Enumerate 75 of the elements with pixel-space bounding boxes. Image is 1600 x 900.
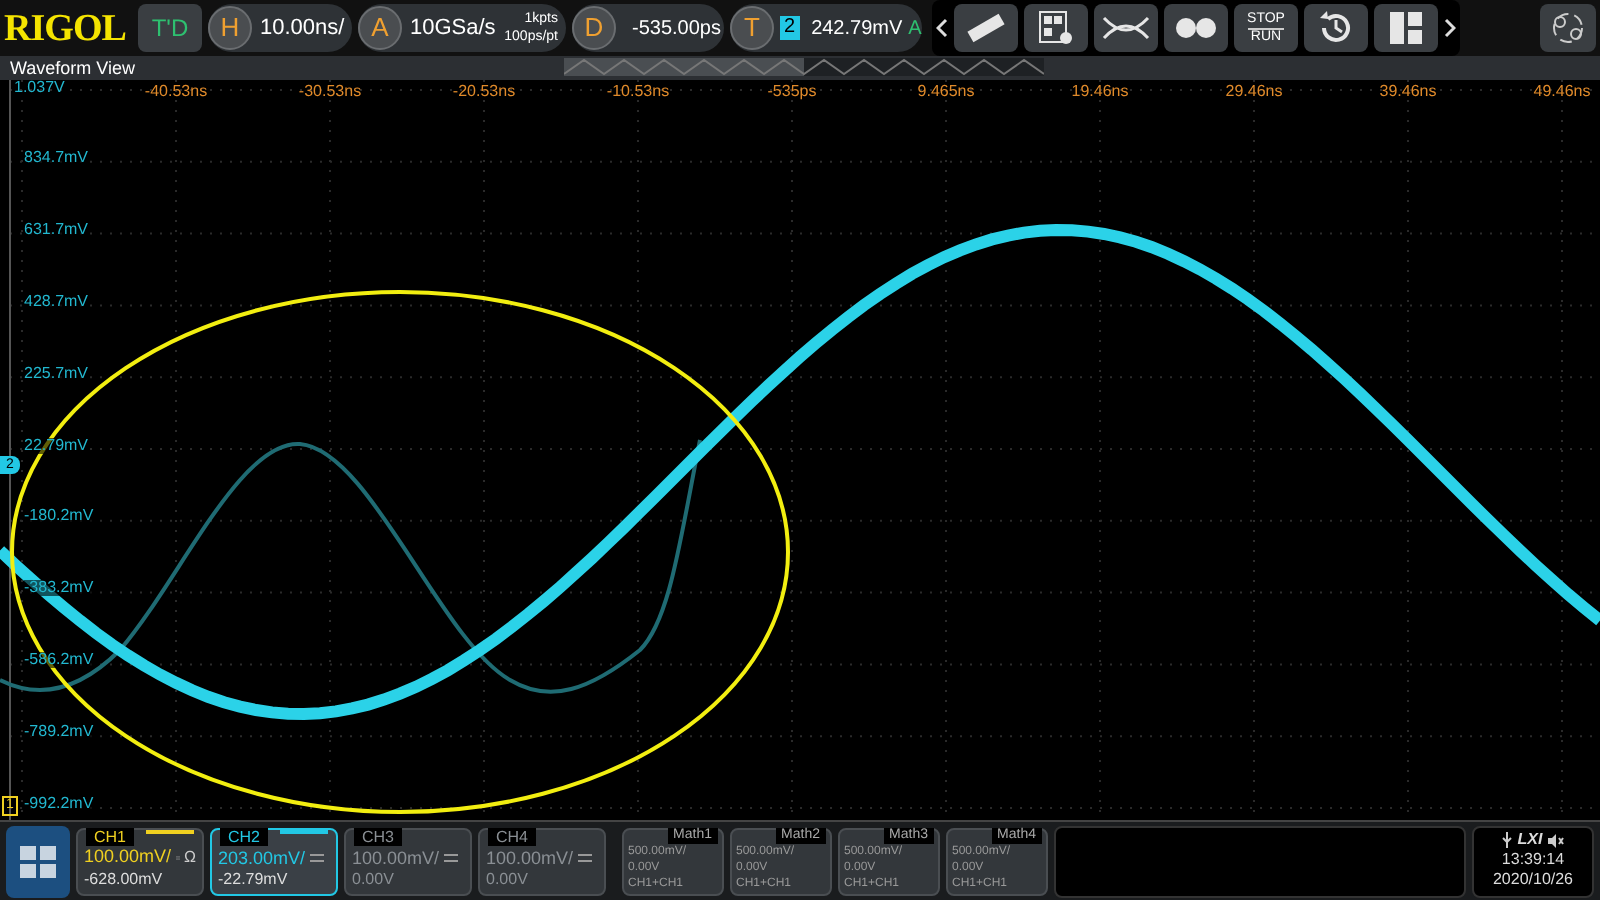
- channel-offset: 0.00V: [352, 869, 396, 889]
- x-axis-label: 9.465ns: [917, 84, 975, 100]
- toolbar-button[interactable]: [954, 4, 1018, 52]
- toolbar-button[interactable]: [1164, 4, 1228, 52]
- channel-scale: 100.00mV/: [352, 847, 440, 869]
- channel-card[interactable]: CH3 100.00mV/ 0.00V: [344, 827, 472, 895]
- clock-date: 2020/10/26: [1492, 870, 1574, 890]
- x-axis-label: -20.53ns: [452, 84, 516, 100]
- run-state[interactable]: T'D: [138, 4, 202, 52]
- x-axis-label: -40.53ns: [144, 84, 208, 100]
- toolbar-button[interactable]: [1024, 4, 1088, 52]
- trigger-panel[interactable]: T 2 242.79mV A: [730, 4, 922, 52]
- toolbar-button[interactable]: [1094, 4, 1158, 52]
- toolbar-button[interactable]: [1304, 4, 1368, 52]
- horizontal-panel[interactable]: H 10.00ns/: [208, 4, 352, 52]
- channel-name: CH1: [86, 827, 135, 845]
- waveform-view-title: Waveform View: [10, 59, 136, 77]
- dc-coupling-icon: [577, 854, 592, 862]
- y-axis-label: -586.2mV: [24, 652, 94, 669]
- delay-value: -535.00ps: [632, 15, 721, 43]
- history-icon: [1318, 10, 1354, 46]
- channel-name: CH2: [220, 827, 269, 845]
- x-axis-label: -10.53ns: [606, 84, 670, 100]
- swap-icon: [1550, 10, 1586, 46]
- channel-offset: 0.00V: [486, 869, 530, 889]
- time-scale: 10.00ns/: [260, 13, 345, 44]
- toolbar-button[interactable]: [1374, 4, 1438, 52]
- cursor-cross-icon: [1102, 14, 1150, 42]
- channel-name: CH3: [354, 827, 403, 845]
- channel-card[interactable]: CH4 100.00mV/ 0.00V: [478, 827, 606, 895]
- channel-name: CH4: [488, 827, 537, 845]
- y-axis-label: 834.7mV: [24, 149, 89, 166]
- y-axis-label: -383.2mV: [24, 580, 94, 597]
- channel-card[interactable]: CH1 100.00mV/ Ω -628.00mV: [76, 827, 204, 895]
- y-axis-label: -180.2mV: [24, 508, 94, 525]
- grid-panel-icon: [1038, 10, 1074, 46]
- chevron-left-icon[interactable]: [936, 18, 948, 38]
- x-axis-label: 49.46ns: [1533, 84, 1591, 100]
- trigger-mode: A: [908, 15, 922, 43]
- delay-panel[interactable]: D -535.00ps: [572, 4, 724, 52]
- channel-scale: 100.00mV/: [486, 847, 574, 869]
- dc-coupling-icon: [309, 854, 324, 862]
- sample-rate: 10GSa/s: [410, 13, 496, 44]
- y-axis-label: -992.2mV: [24, 796, 94, 812]
- y-axis-label: -789.2mV: [24, 724, 94, 741]
- dots-icon: [1172, 14, 1220, 42]
- grid-menu-icon: [18, 843, 58, 879]
- x-axis-label: 29.46ns: [1225, 84, 1283, 100]
- channel-scale: 100.00mV/: [84, 846, 172, 868]
- y-axis-label: 225.7mV: [24, 365, 89, 382]
- impedance: Ω: [184, 845, 196, 869]
- x-axis-label: -535ps: [767, 84, 817, 100]
- y-axis-label: 22.79mV: [24, 437, 89, 453]
- dc-coupling-icon: [443, 854, 458, 862]
- channel-offset: -628.00mV: [84, 869, 165, 889]
- chevron-right-icon[interactable]: [1444, 18, 1456, 38]
- lxi-label: LXI: [1517, 832, 1543, 848]
- usb-icon: [1501, 832, 1512, 848]
- speaker-icon: [1548, 833, 1565, 847]
- swap-button[interactable]: [1540, 4, 1596, 52]
- channel-scale: 203.00mV/: [218, 847, 306, 869]
- clock-time: 13:39:14: [1501, 848, 1565, 870]
- x-axis-label: 39.46ns: [1379, 84, 1437, 100]
- y-axis-label: 428.7mV: [24, 293, 89, 310]
- menu-button[interactable]: [6, 825, 70, 897]
- layout-icon: [1390, 12, 1422, 44]
- trigger-source: 2: [780, 16, 800, 40]
- y-axis-label: 631.7mV: [24, 221, 89, 238]
- channel-offset: -22.79mV: [218, 869, 290, 889]
- channel-card[interactable]: CH2 203.00mV/ -22.79mV: [210, 827, 338, 895]
- trigger-level: 242.79mV: [811, 15, 903, 43]
- brand-logo: RIGOL: [4, 9, 128, 47]
- x-axis-label: -30.53ns: [298, 84, 362, 100]
- y-axis-label: 1.037V: [14, 80, 65, 96]
- x-axis-label: 19.46ns: [1071, 84, 1129, 100]
